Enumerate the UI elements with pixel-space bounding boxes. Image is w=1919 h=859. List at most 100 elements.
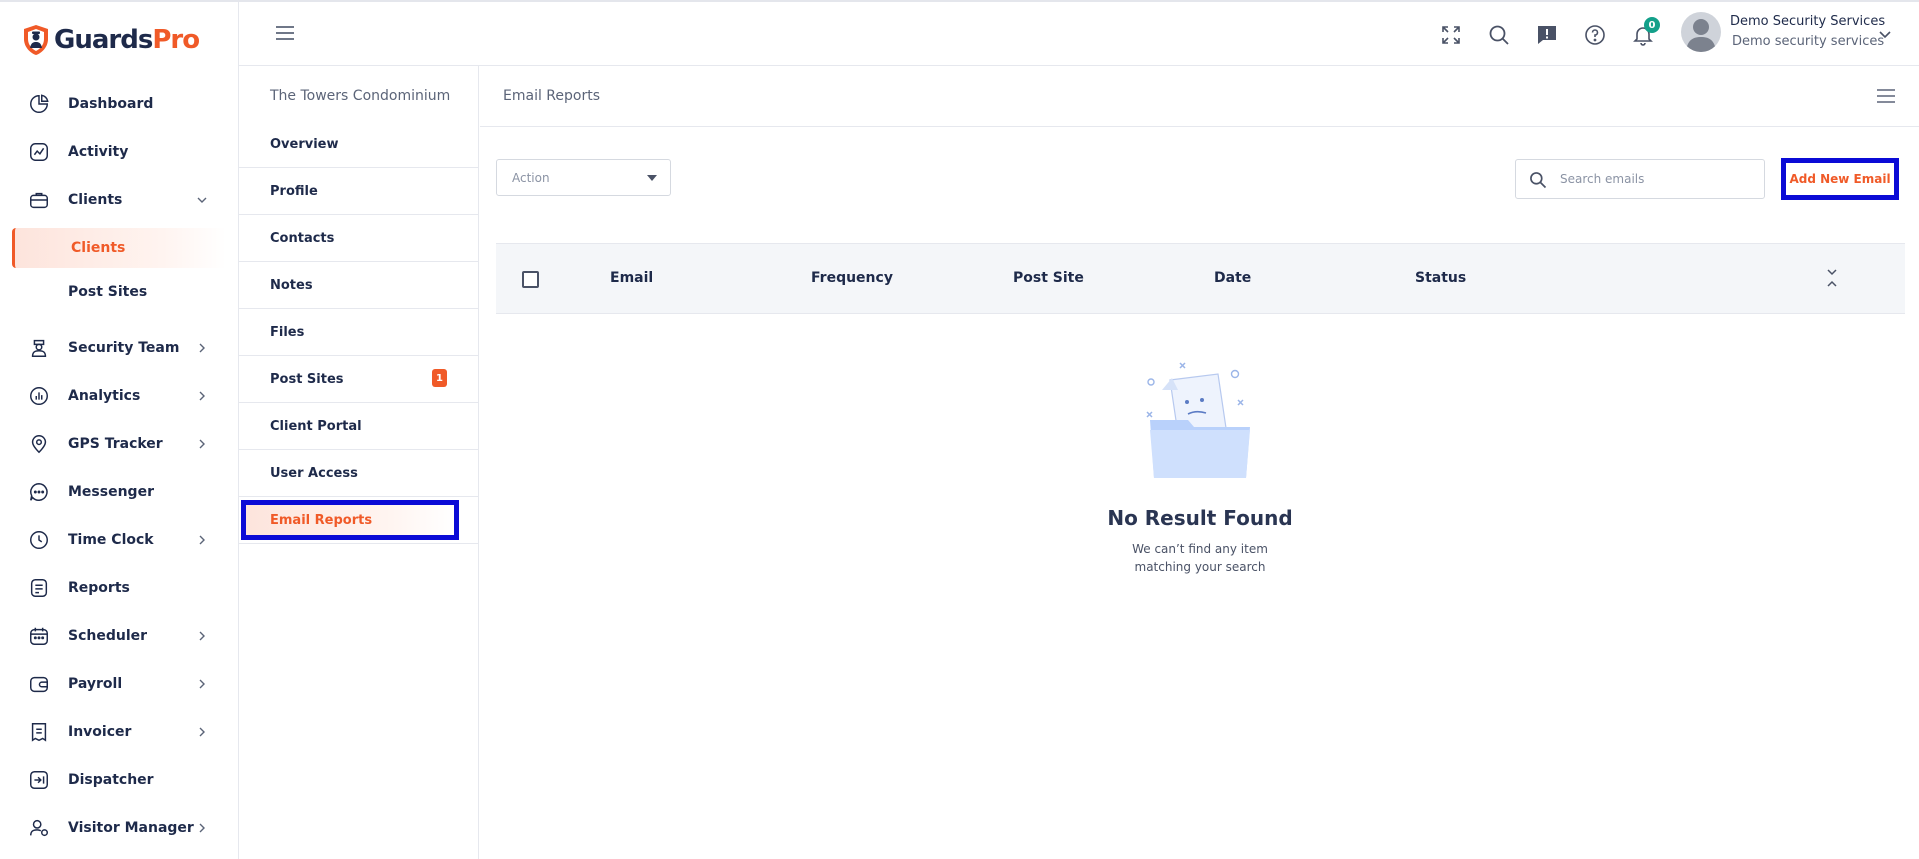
sidebar-item-label: Payroll [68, 676, 123, 692]
chevron-right-icon [199, 439, 205, 449]
add-new-email-button[interactable]: Add New Email [1781, 158, 1899, 200]
sidebar-item-analytics[interactable]: Analytics [0, 376, 239, 416]
column-header-date[interactable]: Date [1214, 270, 1251, 286]
sidebar-item-label: Messenger [68, 484, 154, 500]
main-content: Email Reports Action Add New Email Email… [480, 66, 1919, 859]
subnav-item-contacts[interactable]: Contacts [239, 215, 479, 262]
sidebar-subitem-label: Clients [71, 240, 126, 256]
dispatch-icon [30, 771, 48, 789]
subnav-item-email-reports[interactable]: Email Reports [239, 497, 479, 544]
empty-state-line: We can’t find any item [1132, 542, 1268, 556]
action-dropdown[interactable]: Action [496, 159, 671, 196]
analytics-icon [30, 387, 48, 405]
subnav-item-user-access[interactable]: User Access [239, 450, 479, 497]
help-icon[interactable] [1583, 23, 1607, 47]
chevron-right-icon [199, 679, 205, 689]
sidebar: GuardsPro Dashboard Activity Clients Cli… [0, 2, 239, 859]
count-badge: 1 [432, 369, 447, 387]
client-subnav: The Towers Condominium Overview Profile … [239, 66, 479, 859]
subnav-item-label: Overview [270, 136, 339, 152]
menu-icon[interactable] [1876, 88, 1896, 104]
chevron-down-icon[interactable] [1878, 30, 1892, 40]
sidebar-item-label: Invoicer [68, 724, 132, 740]
search-icon[interactable] [1487, 23, 1511, 47]
sidebar-item-invoicer[interactable]: Invoicer [0, 712, 239, 752]
sidebar-item-label: Dispatcher [68, 772, 154, 788]
table-header: Email Frequency Post Site Date Status [496, 243, 1905, 314]
visitor-icon [30, 819, 48, 837]
shield-logo-icon [24, 25, 48, 55]
chat-icon [30, 483, 48, 501]
subnav-item-client-portal[interactable]: Client Portal [239, 403, 479, 450]
subnav-item-notes[interactable]: Notes [239, 262, 479, 309]
sidebar-item-messenger[interactable]: Messenger [0, 472, 239, 512]
hamburger-menu-icon[interactable] [275, 24, 295, 42]
sidebar-item-dispatcher[interactable]: Dispatcher [0, 760, 239, 800]
briefcase-icon [30, 192, 48, 209]
collapse-icon[interactable] [1826, 268, 1838, 288]
empty-folder-icon [1146, 362, 1250, 478]
avatar[interactable] [1681, 12, 1721, 52]
sidebar-item-clients[interactable]: Clients [0, 180, 239, 220]
sidebar-subitem-post-sites[interactable]: Post Sites [12, 272, 226, 312]
sidebar-subitem-label: Post Sites [68, 284, 148, 300]
sidebar-item-label: Activity [68, 144, 129, 160]
search-input[interactable] [1560, 169, 1750, 189]
sidebar-item-gps-tracker[interactable]: GPS Tracker [0, 424, 239, 464]
subnav-item-profile[interactable]: Profile [239, 168, 479, 215]
sidebar-item-label: GPS Tracker [68, 436, 163, 452]
column-header-frequency[interactable]: Frequency [811, 270, 893, 286]
main-header: Email Reports [480, 66, 1919, 127]
chevron-down-icon [197, 197, 207, 203]
subnav-item-files[interactable]: Files [239, 309, 479, 356]
sidebar-item-label: Visitor Manager [68, 820, 194, 836]
guard-icon [31, 339, 47, 357]
chevron-right-icon [199, 343, 205, 353]
chevron-right-icon [199, 823, 205, 833]
user-company: Demo security services [1732, 34, 1885, 49]
wallet-icon [30, 676, 48, 693]
fullscreen-icon[interactable] [1439, 23, 1463, 47]
brand-logo[interactable]: GuardsPro [22, 24, 200, 56]
chevron-right-icon [199, 391, 205, 401]
sidebar-item-label: Analytics [68, 388, 141, 404]
column-header-email[interactable]: Email [610, 270, 653, 286]
caret-down-icon [647, 175, 657, 181]
user-avatar-icon [1686, 19, 1716, 52]
feedback-icon[interactable] [1535, 23, 1559, 47]
sidebar-item-label: Reports [68, 580, 130, 596]
column-header-status[interactable]: Status [1415, 270, 1466, 286]
sidebar-item-label: Scheduler [68, 628, 148, 644]
sidebar-item-label: Dashboard [68, 96, 154, 112]
subnav-item-label: Files [270, 324, 305, 340]
top-header: 0 Demo Security Services Demo security s… [239, 2, 1919, 66]
client-name: The Towers Condominium [270, 88, 451, 104]
subnav-item-overview[interactable]: Overview [239, 121, 479, 168]
sidebar-subitem-clients[interactable]: Clients [12, 228, 226, 268]
sidebar-item-time-clock[interactable]: Time Clock [0, 520, 239, 560]
notification-badge: 0 [1644, 17, 1660, 33]
location-pin-icon [31, 435, 47, 454]
sidebar-item-visitor-manager[interactable]: Visitor Manager [0, 808, 239, 848]
sidebar-item-dashboard[interactable]: Dashboard [0, 84, 239, 124]
search-icon [1530, 172, 1547, 189]
sidebar-item-security-team[interactable]: Security Team [0, 328, 239, 368]
sidebar-item-label: Security Team [68, 340, 180, 356]
page-title: Email Reports [503, 88, 600, 104]
sidebar-item-scheduler[interactable]: Scheduler [0, 616, 239, 656]
sidebar-item-reports[interactable]: Reports [0, 568, 239, 608]
subnav-item-post-sites[interactable]: Post Sites 1 [239, 356, 479, 403]
pie-chart-icon [30, 94, 49, 113]
subnav-item-label: User Access [270, 465, 358, 481]
empty-state-line: matching your search [1134, 560, 1266, 574]
invoice-icon [31, 723, 47, 742]
chevron-right-icon [199, 631, 205, 641]
subnav-item-label: Client Portal [270, 418, 362, 434]
sidebar-item-payroll[interactable]: Payroll [0, 664, 239, 704]
column-header-post-site[interactable]: Post Site [1013, 270, 1084, 286]
select-all-checkbox[interactable] [522, 271, 539, 288]
sidebar-item-label: Time Clock [68, 532, 154, 548]
search-box[interactable] [1515, 159, 1765, 199]
sidebar-item-activity[interactable]: Activity [0, 132, 239, 172]
empty-state-title: No Result Found [1107, 506, 1293, 530]
